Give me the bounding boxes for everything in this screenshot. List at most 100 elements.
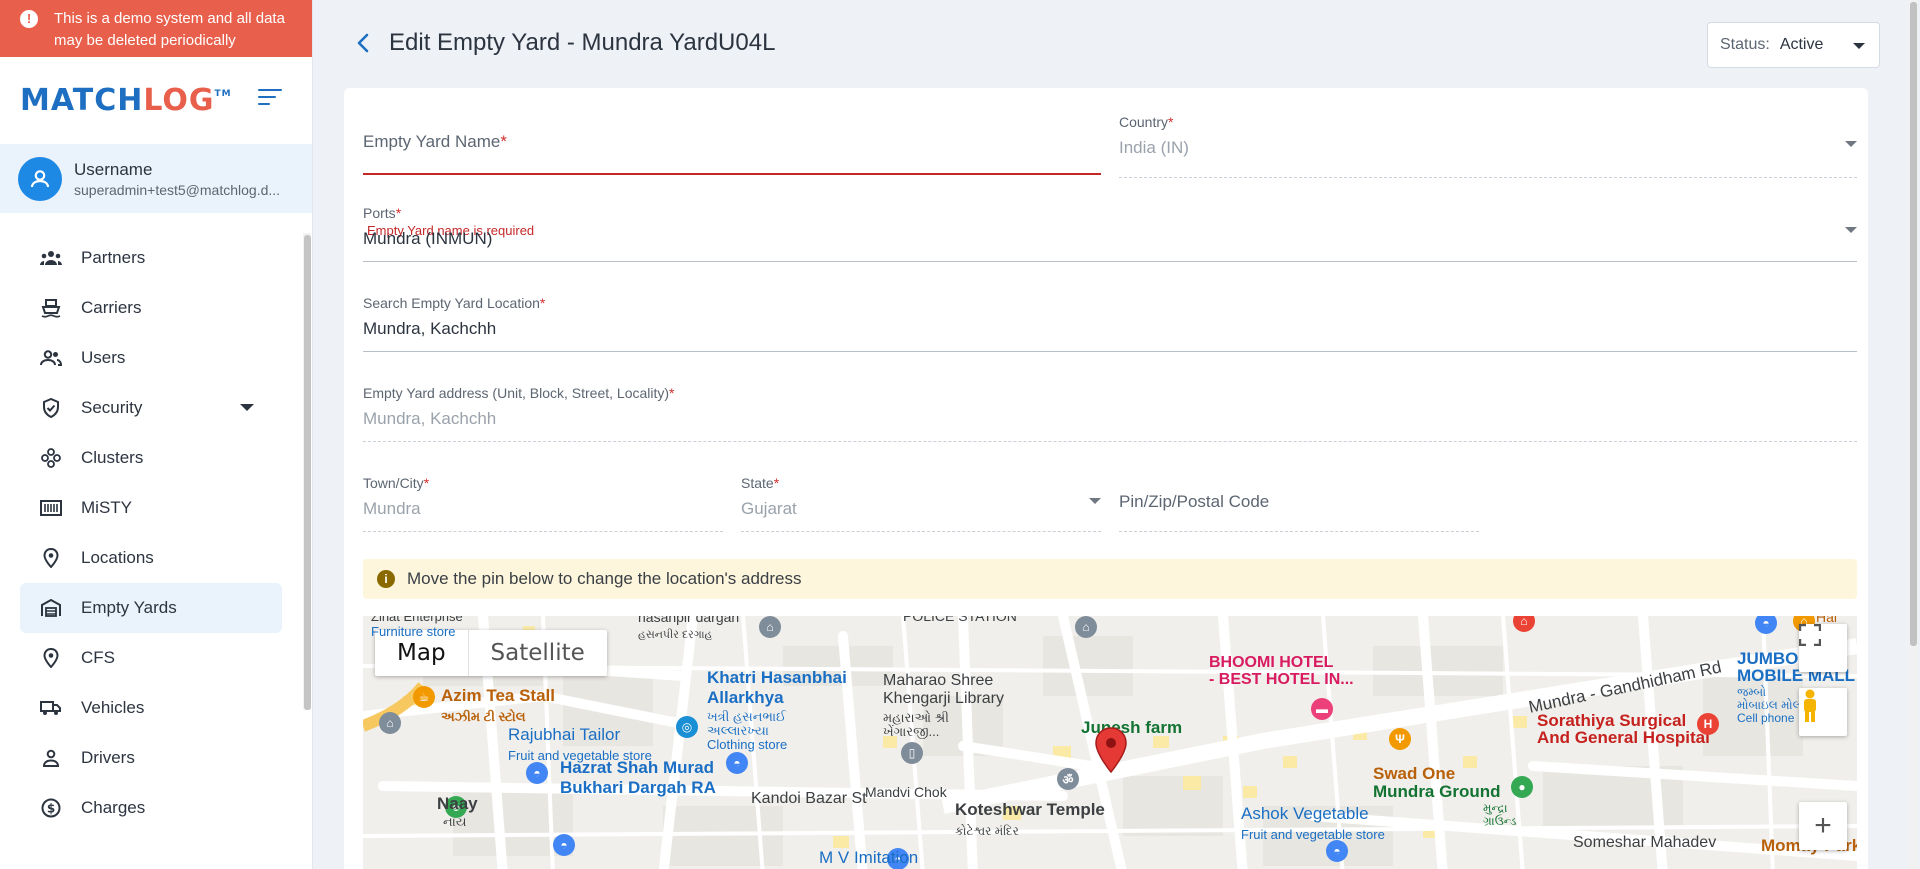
matchlog-logo[interactable]: MATCHLOGTM [20,83,232,118]
misty-icon [40,497,62,519]
sidebar-item-misty[interactable]: MiSTY [20,483,282,533]
search-location-value: Mundra, Kachchh [363,319,497,338]
location-pin-icon [40,647,62,669]
zoom-in-button[interactable]: + [1799,802,1847,850]
sidebar-item-drivers[interactable]: Drivers [20,733,282,783]
user-card[interactable]: Username superadmin+test5@matchlog.d... [0,144,312,213]
chevron-down-icon [1845,141,1857,147]
back-arrow-icon[interactable] [353,30,375,56]
sidebar-item-label: Charges [81,798,146,817]
sidebar-item-carriers[interactable]: Carriers [20,283,282,333]
chevron-down-icon[interactable] [240,404,254,411]
map-label-naay-sub: નાય [443,814,467,829]
shopping-bag-icon: ◓ [726,752,748,774]
sidebar-item-vehicles[interactable]: Vehicles [20,683,282,733]
map-label-someshar: Someshar Mahadev [1573,834,1717,851]
sidebar-item-label: Partners [81,248,146,267]
sidebar-item-label: Security [81,398,143,417]
logo-row: MATCHLOGTM [0,57,312,144]
sidebar-item-cfs[interactable]: CFS [20,633,282,683]
town-city-input[interactable]: Town/City* Mundra [363,475,723,545]
map-label-jumbo-sub: જમ્બો મોબાઇલ મોલ Cell phone [1737,685,1802,725]
temple-icon: ॐ [1057,768,1079,790]
yard-name-underline [363,173,1101,175]
sidebar-item-partners[interactable]: Partners [20,233,282,283]
sidebar-item-label: Clusters [81,448,144,467]
shopping-bag-icon: ◓ [526,762,548,784]
map-label-mundra-ground: Mundra Ground [1373,782,1501,801]
sidebar-item-security[interactable]: Security [20,383,282,433]
place-icon: ⌂ [379,712,401,734]
place-icon: ⌂ [759,616,781,638]
map-label-mv: M V Imitation [819,848,919,867]
sidebar-item-label: Empty Yards [81,598,177,617]
sidebar-item-clusters[interactable]: Clusters [20,433,282,483]
shopping-bag-icon: ◓ [1326,840,1348,862]
page-scrollbar-thumb[interactable] [1910,2,1917,646]
map-label-ashok: Ashok Vegetable Fruit and vegetable store [1241,804,1385,842]
pin-code-label: Pin/Zip/Postal Code [1119,492,1270,511]
truck-icon [40,697,62,719]
sidebar-item-users[interactable]: Users [20,333,282,383]
map-label-mandvi: Mandvi Chok [865,784,947,800]
chevron-down-icon [1089,498,1101,504]
map-label-sorathiya: Sorathiya Surgical And General Hospital [1537,711,1710,747]
place-icon: ⌂ [1075,616,1097,638]
ports-label: Ports [363,205,396,221]
address-input[interactable]: Empty Yard address (Unit, Block, Street,… [363,385,1857,455]
pegman-icon[interactable] [1799,688,1847,736]
fullscreen-icon[interactable] [1799,624,1847,672]
search-location-label: Search Empty Yard Location [363,295,540,311]
map-label-khatri: Khatri Hasanbhai Allarkhya [707,668,847,707]
page-scrollbar[interactable] [1909,0,1918,869]
user-name: Username [74,159,153,179]
sidebar-item-label: Users [81,348,126,367]
hospital-icon: H [1697,713,1719,735]
state-label: State [741,475,774,491]
ports-value: Mundra (INMUN) [363,229,493,248]
map-label-hazrat: Hazrat Shah Murad Bukhari Dargah RA [560,758,716,797]
status-label: Status: [1720,36,1770,53]
restaurant-icon: Ψ [1389,728,1411,750]
park-icon: ● [1511,776,1533,798]
info-icon: i [377,570,395,588]
clusters-icon [40,447,62,469]
sidebar: ! This is a demo system and all data may… [0,0,313,869]
menu-toggle-icon[interactable] [258,89,282,109]
state-select[interactable]: State* Gujarat [741,475,1101,545]
warehouse-icon [40,597,62,619]
sidebar-item-empty-yards[interactable]: Empty Yards [20,583,282,633]
user-avatar-icon [18,156,62,201]
status-select[interactable]: Status: Active [1707,22,1880,68]
svg-text:$: $ [47,802,55,816]
pin-code-input[interactable]: Pin/Zip/Postal Code [1119,492,1479,547]
map-label-kandoi: Kandoi Bazar St [751,790,867,807]
users-icon [40,347,62,369]
address-label: Empty Yard address (Unit, Block, Street,… [363,385,670,401]
map-type-satellite[interactable]: Satellite [469,630,607,676]
search-location-input[interactable]: Search Empty Yard Location* Mundra, Kach… [363,295,1857,365]
sidebar-item-locations[interactable]: Locations [20,533,282,583]
warning-icon: ! [20,10,38,28]
person-icon [40,747,62,769]
shopping-icon: ◎ [676,716,698,738]
sidebar-item-charges[interactable]: $ Charges [20,783,282,833]
location-marker-icon[interactable] [1093,726,1129,774]
page-header: Edit Empty Yard - Mundra YardU04L Status… [313,0,1920,88]
chevron-down-icon [1845,227,1857,233]
sidebar-scrollbar-thumb[interactable] [304,235,311,710]
pin-move-notice: i Move the pin below to change the locat… [363,559,1857,599]
ports-select[interactable]: Ports* Mundra (INMUN) [363,205,1857,275]
country-select[interactable]: Country* India (IN) [1119,114,1857,184]
demo-banner: ! This is a demo system and all data may… [0,0,312,57]
state-value: Gujarat [741,499,797,518]
map-label-maharao: Maharao Shree Khengarji Library [883,672,1004,707]
location-map[interactable]: Map Satellite Zinat Enterprise Furniture … [363,616,1857,869]
town-city-value: Mundra [363,499,421,518]
sidebar-item-label: Locations [81,548,154,567]
sidebar-item-label: Carriers [81,298,142,317]
pin-code-underline [1119,531,1479,532]
sidebar-item-label: Drivers [81,748,135,767]
map-label-koteshwar: Koteshwar Temple કોટેશ્વર મંદિર [955,800,1105,838]
map-label-zinat: Zinat Enterprise Furniture store [371,616,463,639]
